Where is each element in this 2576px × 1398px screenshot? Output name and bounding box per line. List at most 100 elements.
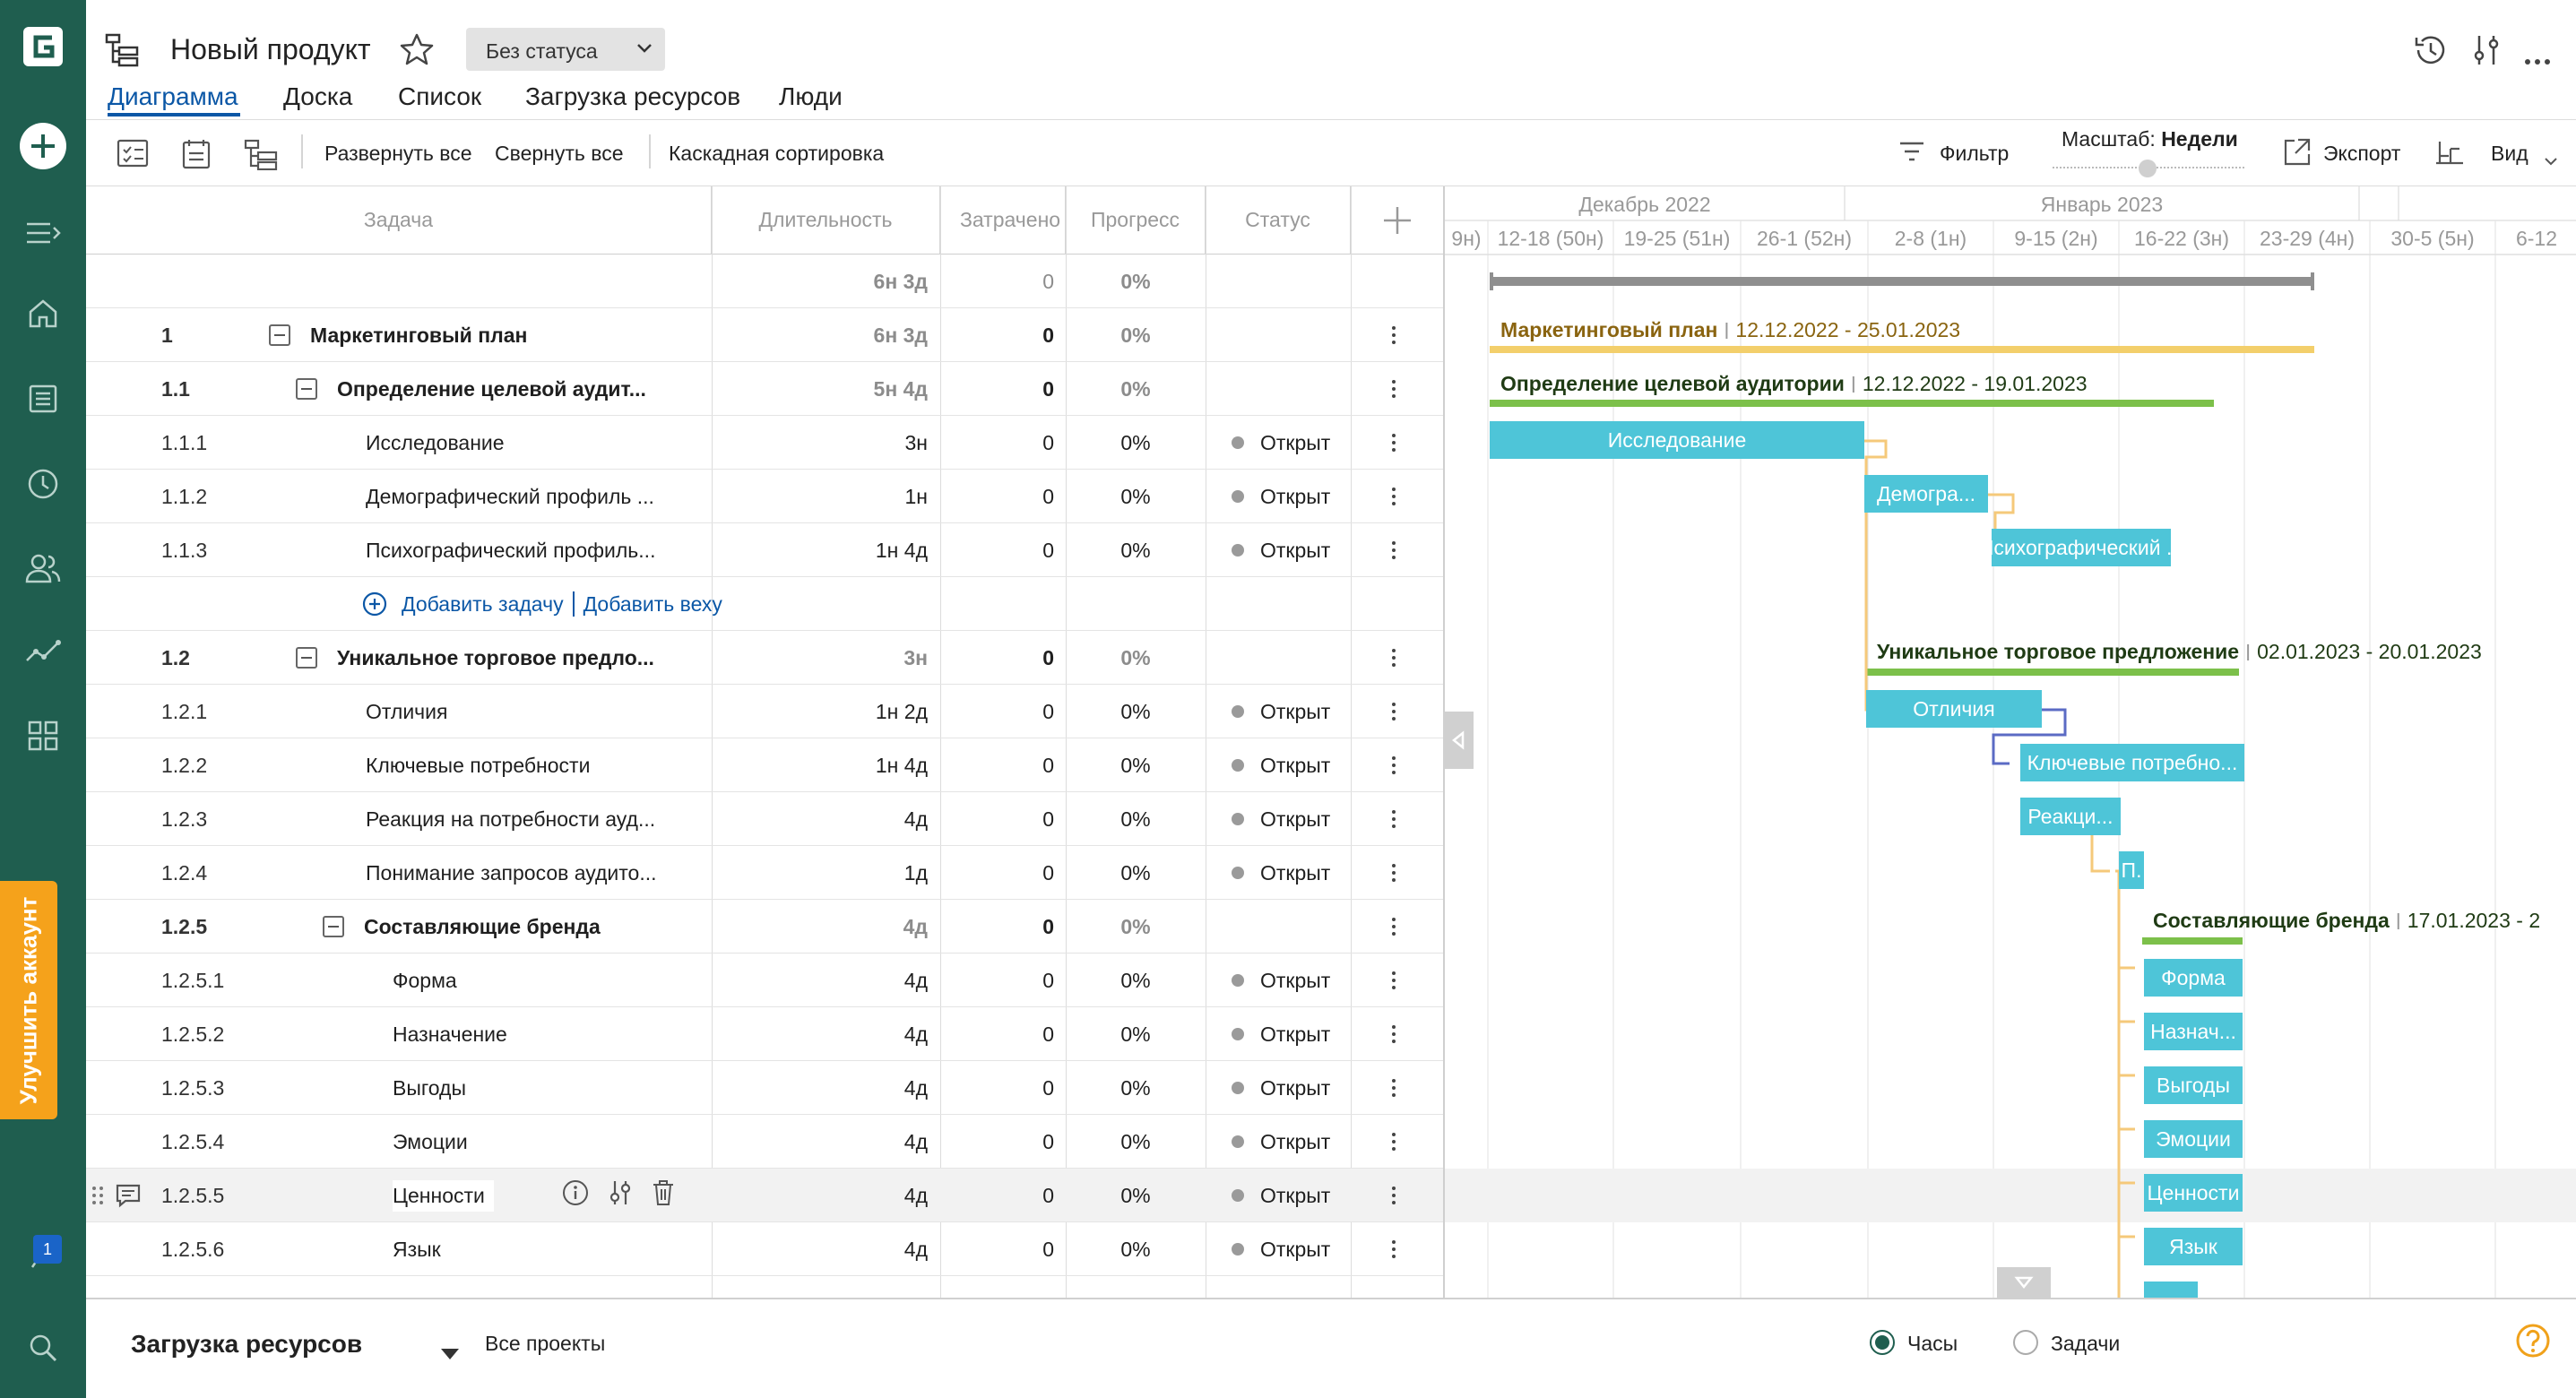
task-name-cell[interactable]: Ключевые потребности — [366, 738, 590, 792]
collapse-minus-icon[interactable] — [269, 324, 290, 346]
table-row[interactable]: 1.2.3 Реакция на потребности ауд... 4д 0 0% О… — [86, 792, 1443, 846]
tab-board[interactable]: Доска — [283, 82, 352, 111]
expand-all-button[interactable]: Развернуть все — [324, 142, 472, 166]
table-row[interactable]: 1.2.5.6 Язык 4д 0 0% Открыт — [86, 1222, 1443, 1276]
task-name-cell[interactable]: Определение целевой аудит... — [296, 362, 646, 416]
task-name[interactable]: Понимание запросов аудито... — [366, 861, 657, 885]
task-name-cell[interactable]: Составляющие бренда — [323, 900, 601, 954]
collapse-all-button[interactable]: Свернуть все — [495, 142, 624, 166]
table-row[interactable]: 1.2.5.3 Выгоды 4д 0 0% Открыт — [86, 1061, 1443, 1115]
spent-cell[interactable]: 0 — [940, 1061, 1054, 1115]
calendar-list-icon[interactable] — [181, 138, 212, 176]
duration-cell[interactable]: 3н — [712, 416, 929, 470]
row-menu-icon[interactable] — [1387, 362, 1400, 416]
status-cell[interactable]: Открыт — [1232, 1061, 1330, 1115]
table-row[interactable]: 1.2.5.5 Ценности 4д 0 0% Открыт — [86, 1169, 1443, 1222]
spent-cell[interactable]: 0 — [940, 255, 1054, 308]
spent-cell[interactable]: 0 — [940, 1169, 1054, 1222]
task-name-cell[interactable]: Понимание запросов аудито... — [366, 846, 657, 900]
table-row[interactable]: 1.2 Уникальное торговое предло... 3н 0 0% — [86, 631, 1443, 685]
task-name[interactable]: Отличия — [366, 700, 447, 724]
scale-slider-handle[interactable] — [2139, 160, 2157, 177]
progress-cell[interactable]: 0% — [1066, 954, 1206, 1007]
task-name[interactable]: Ключевые потребности — [366, 754, 590, 778]
spent-cell[interactable]: 0 — [940, 738, 1054, 792]
task-name[interactable]: Определение целевой аудит... — [337, 377, 646, 401]
row-menu-icon[interactable] — [1387, 1115, 1400, 1169]
upgrade-account-button[interactable]: Улучшить аккаунт — [0, 881, 57, 1119]
caret-down-icon[interactable] — [441, 1341, 459, 1365]
time-clock-icon[interactable] — [0, 468, 86, 500]
gantt-summary-bar[interactable] — [1866, 669, 2239, 676]
row-menu-icon[interactable] — [1387, 308, 1400, 362]
info-icon[interactable] — [561, 1178, 590, 1212]
cascade-sort-button[interactable]: Каскадная сортировка — [669, 142, 884, 166]
export-button[interactable]: Экспорт — [2323, 142, 2400, 166]
status-cell[interactable]: Открыт — [1232, 846, 1330, 900]
spent-cell[interactable]: 0 — [940, 631, 1054, 685]
task-name-cell[interactable]: Язык — [393, 1222, 441, 1276]
row-menu-icon[interactable] — [1387, 685, 1400, 738]
panel-collapse-handle[interactable] — [1443, 712, 1474, 769]
progress-cell[interactable]: 0% — [1066, 1169, 1206, 1222]
spent-cell[interactable]: 0 — [940, 900, 1054, 954]
duration-cell[interactable]: 1н 2д — [712, 685, 928, 738]
progress-cell[interactable]: 0% — [1066, 255, 1206, 308]
table-row[interactable]: 1.2.4 Понимание запросов аудито... 1д 0 0% От… — [86, 846, 1443, 900]
column-header-spent[interactable]: Затрачено — [940, 186, 1066, 255]
table-row[interactable]: 1 Маркетинговый план 6н 3д 0 0% — [86, 308, 1443, 362]
more-options-icon[interactable] — [2524, 47, 2551, 71]
progress-cell[interactable]: 0% — [1066, 362, 1206, 416]
home-icon[interactable] — [0, 298, 86, 330]
progress-cell[interactable]: 0% — [1066, 523, 1206, 577]
status-cell[interactable]: Открыт — [1232, 792, 1330, 846]
drag-handle-icon[interactable] — [91, 1169, 104, 1222]
table-row[interactable]: 6н 3д 0 0% — [86, 255, 1443, 308]
row-menu-icon[interactable] — [1387, 1222, 1400, 1276]
status-cell[interactable]: Открыт — [1232, 1007, 1330, 1061]
spent-cell[interactable]: 0 — [940, 846, 1054, 900]
table-row[interactable]: 1.2.5.2 Назначение 4д 0 0% Открыт — [86, 1007, 1443, 1061]
row-menu-icon[interactable] — [1387, 738, 1400, 792]
progress-cell[interactable]: 0% — [1066, 1115, 1206, 1169]
task-name-cell[interactable]: Маркетинговый план — [269, 308, 527, 362]
task-name-cell[interactable]: Психографический профиль... — [366, 523, 655, 577]
gantt-summary-bar[interactable] — [1490, 400, 2214, 407]
task-name-cell[interactable]: Эмоции — [393, 1115, 468, 1169]
settings-sliders-icon[interactable] — [608, 1178, 633, 1212]
duration-cell[interactable]: 4д — [712, 792, 928, 846]
tab-list[interactable]: Список — [398, 82, 481, 111]
help-icon[interactable] — [2515, 1323, 2551, 1364]
progress-cell[interactable]: 0% — [1066, 416, 1206, 470]
progress-cell[interactable]: 0% — [1066, 308, 1206, 362]
progress-cell[interactable]: 0% — [1066, 738, 1206, 792]
task-name-cell[interactable]: Исследование — [366, 416, 505, 470]
add-circle-icon[interactable] — [362, 591, 387, 617]
task-name-cell[interactable]: Форма — [393, 954, 457, 1007]
chevron-down-icon[interactable] — [2544, 147, 2558, 171]
row-menu-icon[interactable] — [1387, 523, 1400, 577]
task-name[interactable]: Демографический профиль ... — [366, 485, 654, 509]
view-button[interactable]: Вид — [2491, 142, 2528, 166]
settings-sliders-icon[interactable] — [2470, 32, 2503, 73]
export-icon[interactable] — [2282, 136, 2312, 172]
status-cell[interactable]: Открыт — [1232, 1115, 1330, 1169]
progress-cell[interactable]: 0% — [1066, 470, 1206, 523]
bottom-panel-toggle[interactable] — [1997, 1267, 2051, 1298]
row-menu-icon[interactable] — [1387, 1007, 1400, 1061]
status-cell[interactable]: Открыт — [1232, 1169, 1330, 1222]
spent-cell[interactable]: 0 — [940, 308, 1054, 362]
collapse-minus-icon[interactable] — [296, 378, 317, 400]
favorite-star-icon[interactable] — [400, 32, 434, 72]
people-icon[interactable] — [0, 552, 86, 584]
duration-cell[interactable]: 1н 4д — [712, 523, 928, 577]
duration-cell[interactable]: 4д — [712, 954, 928, 1007]
collapse-minus-icon[interactable] — [323, 916, 344, 937]
duration-cell[interactable]: 1н 4д — [712, 738, 928, 792]
filter-button[interactable]: Фильтр — [1940, 142, 2009, 166]
duration-cell[interactable]: 4д — [712, 1061, 928, 1115]
task-name[interactable]: Язык — [393, 1238, 441, 1262]
spent-cell[interactable]: 0 — [940, 362, 1054, 416]
gantt-summary-bar[interactable] — [2142, 937, 2243, 945]
status-cell[interactable]: Открыт — [1232, 416, 1330, 470]
